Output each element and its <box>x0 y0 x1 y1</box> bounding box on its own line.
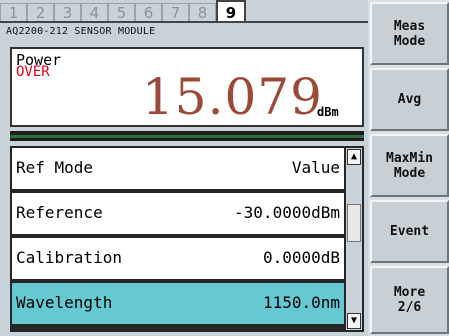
display-panel: 1 2 3 4 5 6 7 8 9 AQ2200-212 SENSOR MODU… <box>0 0 368 336</box>
scroll-thumb[interactable] <box>347 204 361 242</box>
param-row-ref-mode[interactable]: Ref Mode Value <box>12 148 344 189</box>
avg-button[interactable]: Avg <box>370 68 449 131</box>
parameter-list: Ref Mode Value Reference -30.0000dBm Cal… <box>10 146 364 332</box>
module-title: AQ2200-212 SENSOR MODULE <box>6 26 156 37</box>
tab-5[interactable]: 5 <box>108 3 135 22</box>
softkey-panel: Meas Mode Avg MaxMin Mode Event More 2/6 <box>368 0 449 336</box>
param-row-reference[interactable]: Reference -30.0000dBm <box>12 193 344 234</box>
measurement-value: 15.079 <box>142 68 323 126</box>
param-label: Ref Mode <box>16 158 94 177</box>
module-tabs: 1 2 3 4 5 6 7 8 9 <box>0 0 368 23</box>
tab-1[interactable]: 1 <box>0 3 27 22</box>
param-value: -30.0000dBm <box>234 203 340 222</box>
param-row-calibration[interactable]: Calibration 0.0000dB <box>12 238 344 279</box>
tab-9[interactable]: 9 <box>216 0 246 22</box>
level-bar-bottom <box>10 138 364 141</box>
param-value: Value <box>291 158 340 177</box>
tab-3[interactable]: 3 <box>54 3 81 22</box>
maxmin-mode-button[interactable]: MaxMin Mode <box>370 134 449 197</box>
tab-6[interactable]: 6 <box>135 3 162 22</box>
param-value: 0.0000dB <box>262 248 340 267</box>
over-status: OVER <box>16 64 50 80</box>
list-scrollbar[interactable]: ▲ ▼ <box>346 148 362 330</box>
tab-4[interactable]: 4 <box>81 3 108 22</box>
tab-8[interactable]: 8 <box>189 3 216 22</box>
event-button[interactable]: Event <box>370 200 449 263</box>
scroll-up-icon[interactable]: ▲ <box>347 149 361 165</box>
meas-mode-button[interactable]: Meas Mode <box>370 2 449 65</box>
param-row-wavelength[interactable]: Wavelength 1150.0nm <box>12 283 344 324</box>
measurement-display: Power OVER 15.079 dBm <box>10 47 364 127</box>
more-button[interactable]: More 2/6 <box>370 266 449 334</box>
tab-7[interactable]: 7 <box>162 3 189 22</box>
param-label: Wavelength <box>16 293 113 312</box>
scroll-down-icon[interactable]: ▼ <box>347 313 361 329</box>
tab-2[interactable]: 2 <box>27 3 54 22</box>
param-label: Calibration <box>16 248 122 267</box>
measurement-unit: dBm <box>317 105 339 119</box>
tab-divider <box>0 21 368 23</box>
param-value: 1150.0nm <box>262 293 340 312</box>
param-label: Reference <box>16 203 103 222</box>
